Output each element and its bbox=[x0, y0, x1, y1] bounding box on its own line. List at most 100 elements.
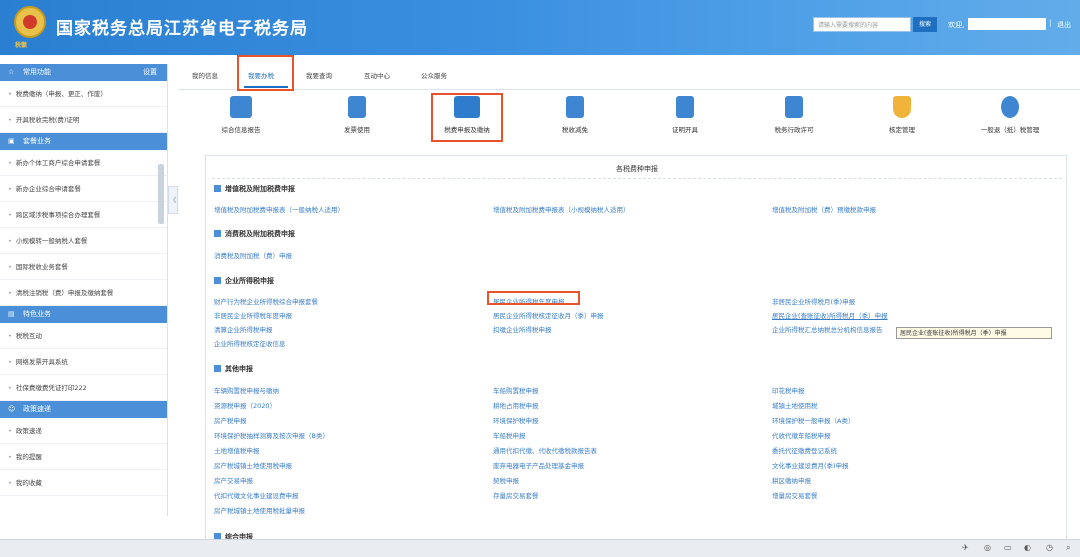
declaration-link[interactable]: 增量房交易套餐 bbox=[772, 490, 818, 500]
user-name-field bbox=[968, 18, 1046, 30]
declaration-link[interactable]: 环境保护税抽样测算及按次申报（B类） bbox=[214, 430, 329, 440]
calculator-icon bbox=[566, 96, 584, 118]
tab-public-service[interactable]: 公众服务 bbox=[421, 70, 447, 80]
ime-icon[interactable]: ◐ bbox=[1024, 543, 1031, 552]
declaration-link[interactable]: 印花税申报 bbox=[772, 385, 805, 395]
declaration-link[interactable]: 耕地占用税申报 bbox=[493, 400, 539, 410]
sidebar-section-special[interactable]: ▤ 特色业务 bbox=[0, 306, 167, 323]
sidebar-item[interactable]: 税费缴纳（申报、更正、作废） bbox=[0, 81, 167, 107]
search-input[interactable]: 请输入需要搜索的内容 bbox=[813, 17, 911, 32]
declaration-link[interactable]: 非居民企业所得税月(季)申报 bbox=[772, 296, 855, 306]
declaration-link[interactable]: 房产税申报 bbox=[214, 415, 247, 425]
declaration-link[interactable]: 环境保护税申报 bbox=[493, 415, 539, 425]
tab-query[interactable]: 我要查询 bbox=[306, 70, 332, 80]
declaration-link[interactable]: 车船税申报 bbox=[493, 430, 526, 440]
service-label: 证明开具 bbox=[672, 126, 698, 134]
declaration-link[interactable]: 增值税及附加税费申报表（一般纳税人适用） bbox=[214, 204, 344, 214]
sidebar-item[interactable]: 新办个体工商户综合申请套餐 bbox=[0, 150, 167, 176]
declaration-link[interactable]: 城镇土地使用税 bbox=[772, 400, 818, 410]
declaration-link[interactable]: 消费税及附加税（费）申报 bbox=[214, 250, 292, 260]
declaration-link[interactable]: 废弃电器电子产品处理基金申报 bbox=[493, 460, 584, 470]
category-title: 企业所得税申报 bbox=[225, 277, 274, 285]
declaration-link[interactable]: 耕区缴纳申报 bbox=[772, 475, 811, 485]
declaration-link[interactable]: 委托代征缴费登记系统 bbox=[772, 445, 837, 455]
declaration-link[interactable]: 存量房交易套餐 bbox=[493, 490, 539, 500]
sidebar-scrollbar[interactable] bbox=[158, 164, 164, 224]
declaration-link[interactable]: 房产交易申报 bbox=[214, 475, 253, 485]
sidebar: ☆ 常用功能 设置 税费缴纳（申报、更正、作废） 开具税收完税(费)证明 ▣ 套餐业务… bbox=[0, 64, 168, 516]
sidebar-item[interactable]: 新办企业综合申请套餐 bbox=[0, 176, 167, 202]
declaration-link[interactable]: 代收代缴车船税申报 bbox=[772, 430, 831, 440]
declaration-link[interactable]: 居民企业所得税核定征收月（季）申报 bbox=[493, 310, 604, 320]
battery-icon[interactable]: ▭ bbox=[1004, 543, 1012, 552]
search-button[interactable]: 搜索 bbox=[913, 17, 937, 32]
service-label: 一般退（抵）税管理 bbox=[980, 126, 1040, 134]
sidebar-section-common[interactable]: ☆ 常用功能 设置 bbox=[0, 64, 167, 81]
declaration-link[interactable]: 车辆购置税申报与缴纳 bbox=[214, 385, 279, 395]
category-title: 增值税及附加税费申报 bbox=[225, 185, 295, 193]
panel-divider bbox=[212, 178, 1062, 179]
declaration-link[interactable]: 企业所得税汇总纳税总分机构信息报告 bbox=[772, 324, 883, 334]
declaration-link[interactable]: 扣缴企业所得税申报 bbox=[493, 324, 552, 334]
sidebar-item[interactable]: 政策速递 bbox=[0, 418, 167, 444]
sidebar-item[interactable]: 小规模转一般纳税人套餐 bbox=[0, 228, 167, 254]
declaration-link[interactable]: 房产税城镇土地使用税申报 bbox=[214, 460, 292, 470]
service-verification[interactable]: 核定管理 bbox=[880, 96, 924, 134]
service-refund[interactable]: 一般退（抵）税管理 bbox=[970, 96, 1050, 134]
emblem-text: 税徽 bbox=[15, 42, 28, 49]
sidebar-item[interactable]: 国际税收业务套餐 bbox=[0, 254, 167, 280]
declaration-link[interactable]: 资源税申报（2020） bbox=[214, 400, 276, 410]
network-icon[interactable]: ✈ bbox=[962, 543, 969, 552]
sidebar-item[interactable]: 网络发票开具系统 bbox=[0, 349, 167, 375]
declaration-panel: 各税费种申报 增值税及附加税费申报 增值税及附加税费申报表（一般纳税人适用） 增… bbox=[205, 155, 1067, 557]
declaration-link[interactable]: 土地增值税申报 bbox=[214, 445, 260, 455]
monitor-icon bbox=[230, 96, 252, 118]
category-enterprise-income: 企业所得税申报 bbox=[214, 276, 274, 286]
sidebar-setting-link[interactable]: 设置 bbox=[143, 64, 157, 81]
logout-link[interactable]: 退出 bbox=[1057, 20, 1071, 30]
top-tabs: 我的信息 我要办税 我要查询 互动中心 公众服务 bbox=[178, 58, 1080, 90]
clock-icon[interactable]: ◷ bbox=[1046, 543, 1053, 552]
declaration-link[interactable]: 增值税及附加税费申报表（小规模纳税人适用） bbox=[493, 204, 630, 214]
search-icon[interactable]: ⌕ bbox=[1066, 543, 1070, 553]
sidebar-item[interactable]: 社保费缴费凭证打印222 bbox=[0, 375, 167, 401]
section-title: 政策速递 bbox=[23, 405, 51, 413]
declaration-link[interactable]: 增值税及附加税（费）预缴税款申报 bbox=[772, 204, 876, 214]
declaration-link-hovered[interactable]: 居民企业(查账征收)所得税月（季）申报 bbox=[772, 310, 888, 320]
declaration-link[interactable]: 企业所得税核定征收信息 bbox=[214, 338, 286, 348]
category-icon bbox=[214, 277, 221, 284]
service-invoice[interactable]: 发票使用 bbox=[330, 96, 384, 134]
sidebar-collapse-button[interactable]: 《 bbox=[168, 186, 178, 214]
sidebar-item[interactable]: 开具税收完税(费)证明 bbox=[0, 107, 167, 133]
sidebar-section-packages[interactable]: ▣ 套餐业务 bbox=[0, 133, 167, 150]
declaration-link[interactable]: 财产行为税企业所得税综合申报套餐 bbox=[214, 296, 318, 306]
app-window: 税徽 国家税务总局江苏省电子税务局 请输入需要搜索的内容 搜索 欢迎, | 退出… bbox=[0, 0, 1080, 557]
sidebar-item[interactable]: 我的收藏 bbox=[0, 470, 167, 496]
service-license[interactable]: 税务行政许可 bbox=[764, 96, 824, 134]
declaration-link[interactable]: 代扣代缴文化事业建设费申报 bbox=[214, 490, 299, 500]
service-tax-relief[interactable]: 税收减免 bbox=[548, 96, 602, 134]
declaration-link[interactable]: 非居民企业所得税年度申报 bbox=[214, 310, 292, 320]
section-title: 特色业务 bbox=[23, 310, 51, 318]
sidebar-item[interactable]: 税税互动 bbox=[0, 323, 167, 349]
declaration-link[interactable]: 车船购置税申报 bbox=[493, 385, 539, 395]
tax-emblem-icon bbox=[14, 6, 46, 38]
declaration-link[interactable]: 契税申报 bbox=[493, 475, 519, 485]
sidebar-section-policy[interactable]: ☺ 政策速递 bbox=[0, 401, 167, 418]
declaration-link[interactable]: 文化事业建设费月(季)申报 bbox=[772, 460, 849, 470]
service-general-info[interactable]: 综合信息报告 bbox=[210, 96, 272, 134]
invoice-icon bbox=[348, 96, 366, 118]
sidebar-item[interactable]: 我的提醒 bbox=[0, 444, 167, 470]
tab-interaction[interactable]: 互动中心 bbox=[364, 70, 390, 80]
volume-icon[interactable]: ◎ bbox=[984, 543, 991, 552]
sidebar-item[interactable]: 跨区域涉税事项综合办理套餐 bbox=[0, 202, 167, 228]
declaration-link[interactable]: 清算企业所得税申报 bbox=[214, 324, 273, 334]
declaration-link[interactable]: 房产税城镇土地使用税批量申报 bbox=[214, 505, 305, 515]
shield-icon bbox=[893, 96, 911, 118]
sidebar-item[interactable]: 清税注销税（费）申报及缴纳套餐 bbox=[0, 280, 167, 306]
declaration-link[interactable]: 通用代扣代缴、代收代缴税款报告表 bbox=[493, 445, 597, 455]
tab-my-info[interactable]: 我的信息 bbox=[192, 70, 218, 80]
declaration-link[interactable]: 环境保护税一般申报（A类） bbox=[772, 415, 854, 425]
service-certificate[interactable]: 证明开具 bbox=[660, 96, 710, 134]
network-icon bbox=[1001, 96, 1019, 118]
